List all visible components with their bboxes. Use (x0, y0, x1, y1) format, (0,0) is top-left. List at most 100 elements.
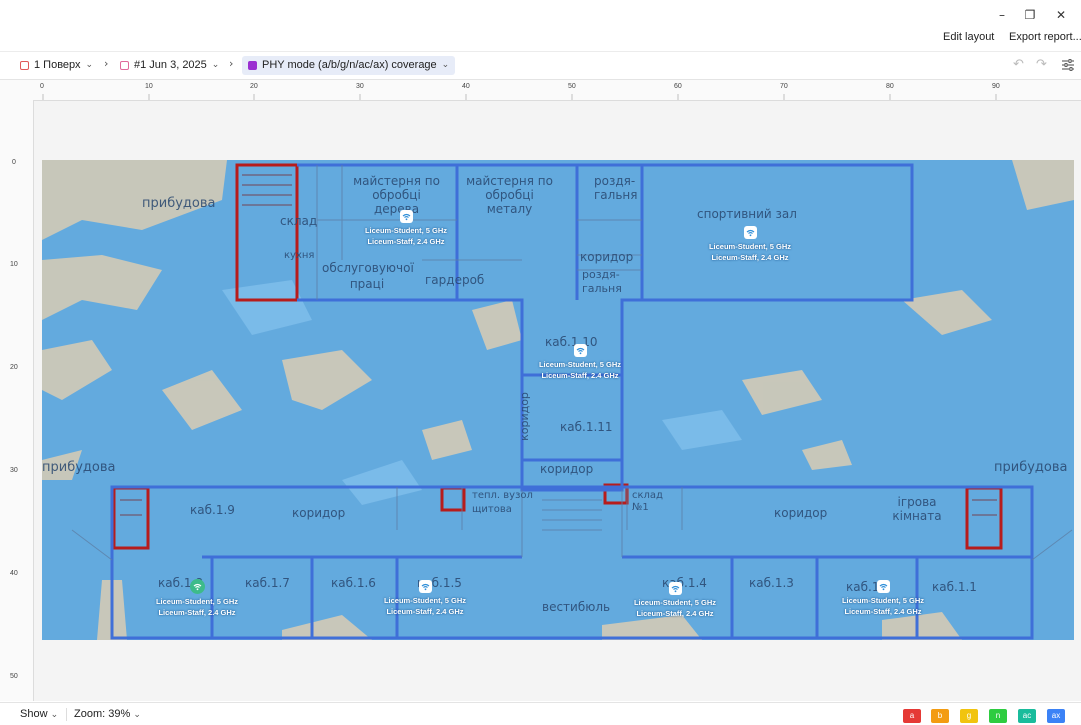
ap-ssid-24ghz: Liceum-Staff, 2.4 GHz (158, 608, 236, 617)
ruler-label: 40 (10, 570, 18, 577)
ruler-label: 10 (10, 261, 18, 268)
legend-ac[interactable]: ac (1018, 709, 1036, 723)
ap-ssid-24ghz: Liceum-Staff, 2.4 GHz (541, 371, 619, 380)
room-label: прибудова (42, 460, 116, 475)
wifi-icon (876, 580, 890, 593)
status-bar: Show ⌄ Zoom: 39% ⌄ a b g n ac ax (0, 702, 1081, 725)
room-label: роздя-гальня (594, 174, 638, 202)
room-label: прибудова (994, 460, 1068, 475)
room-label: прибудова (142, 196, 216, 211)
chevron-down-icon: ⌄ (50, 710, 59, 720)
room-label: тепл. вузол (472, 490, 533, 501)
breadcrumb-survey[interactable]: #1 Jun 3, 2025 ⌄ (120, 57, 219, 74)
chevron-down-icon: ⌄ (85, 60, 94, 70)
title-bar: – ❐ ✕ Edit layout Export report... (0, 0, 1081, 50)
room-label: спортивний зал (697, 207, 797, 221)
room-label: роздя-гальня (582, 268, 622, 295)
access-point-marker[interactable]: Liceum-Student, 5 GHz Liceum-Staff, 2.4 … (360, 580, 490, 617)
legend-n[interactable]: n (989, 709, 1007, 723)
survey-icon (120, 61, 129, 70)
floor-plan[interactable]: прибудова майстерня по обробці дерева ма… (42, 160, 1074, 640)
wifi-icon (743, 226, 757, 239)
map-canvas[interactable]: 0 10 20 30 40 50 60 70 80 90 0 10 20 30 … (0, 80, 1081, 701)
ruler-label: 20 (10, 364, 18, 371)
settings-sliders-icon[interactable] (1062, 59, 1074, 71)
floor-icon (20, 61, 29, 70)
legend-b[interactable]: b (931, 709, 949, 723)
access-point-marker[interactable]: Liceum-Student, 5 GHz Liceum-Staff, 2.4 … (341, 210, 471, 247)
room-label: коридор (517, 392, 531, 441)
legend-a[interactable]: a (903, 709, 921, 723)
breadcrumb-survey-label: #1 Jun 3, 2025 (134, 59, 207, 71)
breadcrumb-floor-label: 1 Поверх (34, 59, 81, 71)
room-label: щитова (472, 504, 512, 515)
ruler-corner (0, 80, 34, 101)
ap-ssid-5ghz: Liceum-Student, 5 GHz (841, 596, 925, 605)
chevron-down-icon: ⌄ (133, 710, 141, 720)
chevron-down-icon: ⌄ (441, 60, 450, 70)
wifi-icon (573, 344, 587, 357)
wifi-icon (399, 210, 413, 223)
breadcrumb-view-label: PHY mode (a/b/g/n/ac/ax) coverage (262, 59, 437, 71)
room-label: майстерня по обробці металу (466, 174, 553, 216)
restore-button[interactable]: ❐ (1020, 6, 1040, 24)
ap-ssid-5ghz: Liceum-Student, 5 GHz (538, 360, 622, 369)
redo-icon[interactable]: ↷ (1036, 57, 1047, 72)
room-label: каб.1.11 (560, 420, 613, 434)
ap-ssid-24ghz: Liceum-Staff, 2.4 GHz (711, 253, 789, 262)
room-label: склад (280, 214, 318, 228)
room-label: каб.1.9 (190, 503, 235, 517)
ruler-left: 0 10 20 30 40 50 (0, 100, 34, 701)
ap-ssid-24ghz: Liceum-Staff, 2.4 GHz (386, 607, 464, 616)
ap-ssid-5ghz: Liceum-Student, 5 GHz (155, 597, 239, 606)
ap-ssid-24ghz: Liceum-Staff, 2.4 GHz (844, 607, 922, 616)
minimize-button[interactable]: – (992, 6, 1012, 24)
room-label: каб.1.3 (749, 576, 794, 590)
ap-ssid-5ghz: Liceum-Student, 5 GHz (383, 596, 467, 605)
room-label: обслуговуючої праці (322, 261, 414, 291)
chevron-right-icon: › (104, 57, 109, 70)
legend-g[interactable]: g (960, 709, 978, 723)
room-label: коридор (292, 506, 346, 520)
export-report-button[interactable]: Export report... (1009, 31, 1081, 43)
chevron-down-icon: ⌄ (211, 60, 220, 70)
ap-ssid-5ghz: Liceum-Student, 5 GHz (364, 226, 448, 235)
wifi-icon (418, 580, 432, 593)
ruler-top: 0 10 20 30 40 50 60 70 80 90 (33, 80, 1081, 101)
undo-icon[interactable]: ↶ (1013, 57, 1024, 72)
zoom-menu[interactable]: Zoom: 39% ⌄ (74, 708, 141, 720)
zoom-label: Zoom: 39% (74, 708, 131, 720)
show-label: Show (20, 708, 48, 720)
view-color-icon (248, 61, 257, 70)
room-label: коридор (580, 250, 634, 264)
ap-ssid-5ghz: Liceum-Student, 5 GHz (633, 598, 717, 607)
access-point-marker[interactable]: Liceum-Student, 5 GHz Liceum-Staff, 2.4 … (685, 226, 815, 263)
room-label: коридор (540, 462, 594, 476)
coverage-heatmap (42, 160, 1074, 640)
access-point-marker[interactable]: Liceum-Student, 5 GHz Liceum-Staff, 2.4 … (610, 582, 740, 619)
ruler-label: 50 (10, 673, 18, 680)
breadcrumb-view[interactable]: PHY mode (a/b/g/n/ac/ax) coverage ⌄ (242, 56, 456, 75)
legend-ax[interactable]: ax (1047, 709, 1065, 723)
ap-ssid-24ghz: Liceum-Staff, 2.4 GHz (636, 609, 714, 618)
ruler-top-ticks (42, 94, 997, 100)
room-label: гардероб (425, 273, 485, 287)
room-label: ігрова кімната (892, 495, 942, 523)
room-label: склад №1 (632, 490, 663, 513)
close-button[interactable]: ✕ (1051, 6, 1071, 24)
ruler-label: 30 (10, 467, 18, 474)
ap-ssid-5ghz: Liceum-Student, 5 GHz (708, 242, 792, 251)
access-point-marker[interactable]: Liceum-Student, 5 GHz Liceum-Staff, 2.4 … (132, 579, 262, 618)
room-label: коридор (774, 506, 828, 520)
ruler-label: 0 (12, 159, 16, 166)
access-point-marker[interactable]: Liceum-Student, 5 GHz Liceum-Staff, 2.4 … (515, 344, 645, 381)
room-label: кухня (284, 250, 315, 261)
access-point-marker[interactable]: Liceum-Student, 5 GHz Liceum-Staff, 2.4 … (818, 580, 948, 617)
chevron-right-icon: › (229, 57, 234, 70)
edit-layout-button[interactable]: Edit layout (943, 31, 994, 43)
show-menu[interactable]: Show ⌄ (20, 708, 58, 720)
ap-ssid-24ghz: Liceum-Staff, 2.4 GHz (367, 237, 445, 246)
breadcrumb: 1 Поверх ⌄ › #1 Jun 3, 2025 ⌄ › PHY mode… (0, 51, 1081, 80)
wifi-icon (668, 582, 682, 595)
breadcrumb-floor[interactable]: 1 Поверх ⌄ (20, 57, 93, 74)
